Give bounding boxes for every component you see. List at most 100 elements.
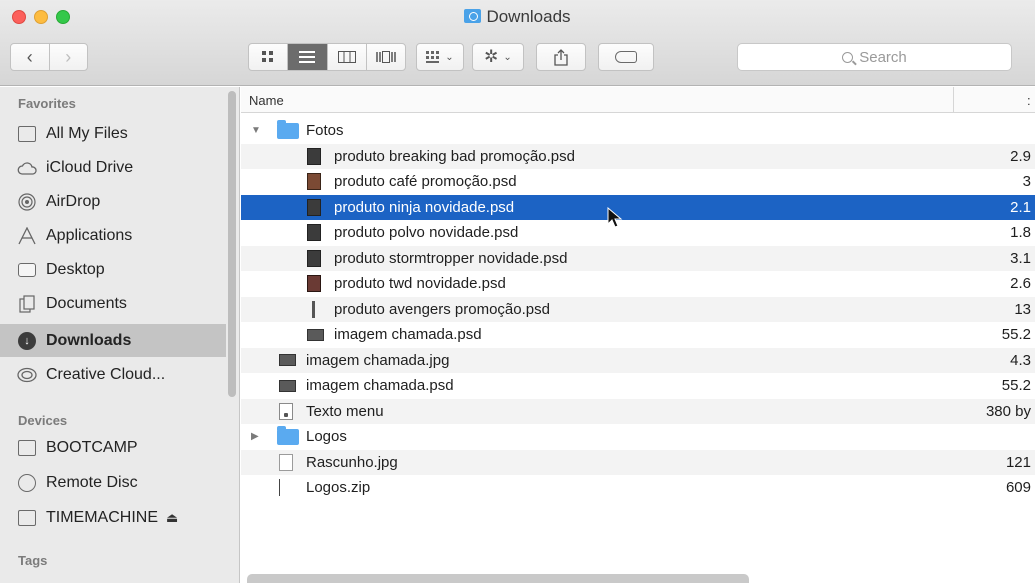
list-header: Name :: [241, 87, 1035, 113]
icon-view-button[interactable]: [249, 44, 289, 70]
sidebar: Favorites All My Files iCloud Drive AirD…: [0, 87, 240, 583]
file-name: imagem chamada.psd: [334, 326, 482, 344]
disclosure-expanded-icon[interactable]: ▼: [251, 125, 261, 136]
horizontal-scrollbar[interactable]: [247, 574, 749, 583]
sidebar-scrollbar[interactable]: [228, 91, 236, 397]
sidebar-item-timemachine[interactable]: TIMEMACHINE ⏏: [0, 501, 226, 534]
file-size: 3: [1022, 173, 1031, 191]
sidebar-item-label: Creative Cloud...: [46, 365, 166, 383]
image-file-icon: [279, 354, 296, 367]
sidebar-item-remote-disc[interactable]: Remote Disc: [0, 466, 226, 499]
folder-row[interactable]: ▼ Fotos: [241, 118, 1035, 144]
psd-file-icon: [307, 275, 321, 293]
forward-button[interactable]: ›: [50, 47, 88, 68]
column-view-icon: [337, 51, 356, 63]
sidebar-item-downloads[interactable]: ↓ Downloads: [0, 324, 226, 357]
psd-file-icon: [312, 300, 315, 318]
column-view-button[interactable]: [328, 44, 367, 70]
psd-file-icon: [307, 224, 321, 242]
sidebar-item-label: Documents: [46, 294, 127, 312]
folder-row[interactable]: ▶ Logos: [241, 424, 1035, 450]
airdrop-icon: [16, 192, 38, 212]
sidebar-item-all-my-files[interactable]: All My Files: [0, 117, 226, 150]
edit-tags-button[interactable]: [598, 43, 654, 71]
sidebar-item-label: Remote Disc: [46, 473, 138, 491]
file-name: produto twd novidade.psd: [334, 275, 506, 293]
name-column-header[interactable]: Name: [249, 93, 284, 108]
file-name: Logos: [306, 428, 347, 446]
file-row[interactable]: produto breaking bad promoção.psd 2.9: [241, 143, 1035, 169]
file-row[interactable]: imagem chamada.jpg 4.3: [241, 347, 1035, 373]
file-size: 4.3: [1010, 351, 1031, 369]
sidebar-item-documents[interactable]: Documents: [0, 287, 226, 320]
file-size: 55.2: [1001, 326, 1031, 344]
size-column-header[interactable]: :: [1027, 93, 1031, 108]
arrange-icon: [426, 51, 440, 63]
file-row[interactable]: produto avengers promoção.psd 13: [241, 296, 1035, 322]
column-divider[interactable]: [953, 87, 954, 113]
file-name: produto café promoção.psd: [334, 173, 517, 191]
documents-icon: [16, 294, 38, 314]
folder-icon: [277, 425, 299, 445]
file-name: Rascunho.jpg: [306, 453, 398, 471]
downloads-folder-icon: [464, 9, 482, 23]
file-size: 3.1: [1010, 249, 1031, 267]
file-row[interactable]: imagem chamada.psd 55.2: [241, 322, 1035, 348]
file-row[interactable]: Texto menu 380 by: [241, 398, 1035, 424]
sidebar-section-tags: Tags: [18, 553, 48, 568]
search-field[interactable]: Search: [737, 43, 1012, 71]
sidebar-item-label: Desktop: [46, 260, 105, 278]
file-row[interactable]: Logos.zip 609: [241, 475, 1035, 501]
disc-icon: [16, 473, 38, 493]
sidebar-item-label: AirDrop: [46, 192, 101, 210]
file-row[interactable]: produto ninja novidade.psd 2.1: [241, 194, 1035, 220]
jpg-file-icon: [279, 453, 293, 471]
title-bar: Downloads ‹ › ⌄ ✲ ⌄ Search: [0, 0, 1035, 86]
arrange-menu-button[interactable]: ⌄: [416, 43, 464, 71]
search-placeholder: Search: [859, 48, 907, 66]
back-button[interactable]: ‹: [11, 47, 49, 68]
coverflow-view-button[interactable]: [367, 44, 405, 70]
file-row[interactable]: produto twd novidade.psd 2.6: [241, 271, 1035, 297]
file-row[interactable]: produto café promoção.psd 3: [241, 169, 1035, 195]
creative-cloud-icon: [16, 365, 38, 385]
psd-file-icon: [307, 249, 321, 267]
all-files-icon: [16, 124, 38, 144]
eject-icon[interactable]: ⏏: [166, 510, 178, 526]
sidebar-item-icloud-drive[interactable]: iCloud Drive: [0, 151, 226, 184]
sidebar-item-airdrop[interactable]: AirDrop: [0, 185, 226, 218]
sidebar-item-creative-cloud[interactable]: Creative Cloud...: [0, 358, 226, 391]
file-name: Texto menu: [306, 402, 384, 420]
cloud-icon: [16, 158, 38, 178]
search-icon: [842, 51, 854, 63]
share-button[interactable]: [536, 43, 586, 71]
downloads-icon: ↓: [16, 331, 38, 351]
desktop-icon: [16, 260, 38, 280]
file-name: produto avengers promoção.psd: [334, 300, 550, 318]
file-row[interactable]: imagem chamada.psd 55.2: [241, 373, 1035, 399]
icon-view-icon: [262, 51, 274, 62]
file-size: 13: [1014, 300, 1031, 318]
sidebar-item-applications[interactable]: Applications: [0, 219, 226, 252]
action-menu-button[interactable]: ✲ ⌄: [472, 43, 524, 71]
applications-icon: [16, 226, 38, 246]
folder-icon: [277, 119, 299, 139]
list-view-button[interactable]: [288, 44, 328, 70]
file-size: 380 by: [985, 402, 1031, 420]
file-size: 2.9: [1010, 147, 1031, 165]
file-row[interactable]: produto polvo novidade.psd 1.8: [241, 220, 1035, 246]
sidebar-item-bootcamp[interactable]: BOOTCAMP: [0, 431, 226, 464]
file-list: ▼ Fotos produto breaking bad promoção.psd 2…: [241, 118, 1035, 501]
share-icon: [554, 48, 568, 66]
psd-file-icon: [307, 147, 321, 165]
file-size: 1.8: [1010, 224, 1031, 242]
sidebar-item-label: TIMEMACHINE: [46, 508, 158, 526]
sidebar-item-desktop[interactable]: Desktop: [0, 253, 226, 286]
disclosure-collapsed-icon[interactable]: ▶: [251, 431, 259, 442]
psd-file-icon: [307, 198, 321, 216]
file-row[interactable]: Rascunho.jpg 121: [241, 449, 1035, 475]
image-file-icon: [307, 328, 324, 341]
coverflow-view-icon: [376, 51, 396, 63]
file-size: 2.6: [1010, 275, 1031, 293]
file-row[interactable]: produto stormtropper novidade.psd 3.1: [241, 245, 1035, 271]
